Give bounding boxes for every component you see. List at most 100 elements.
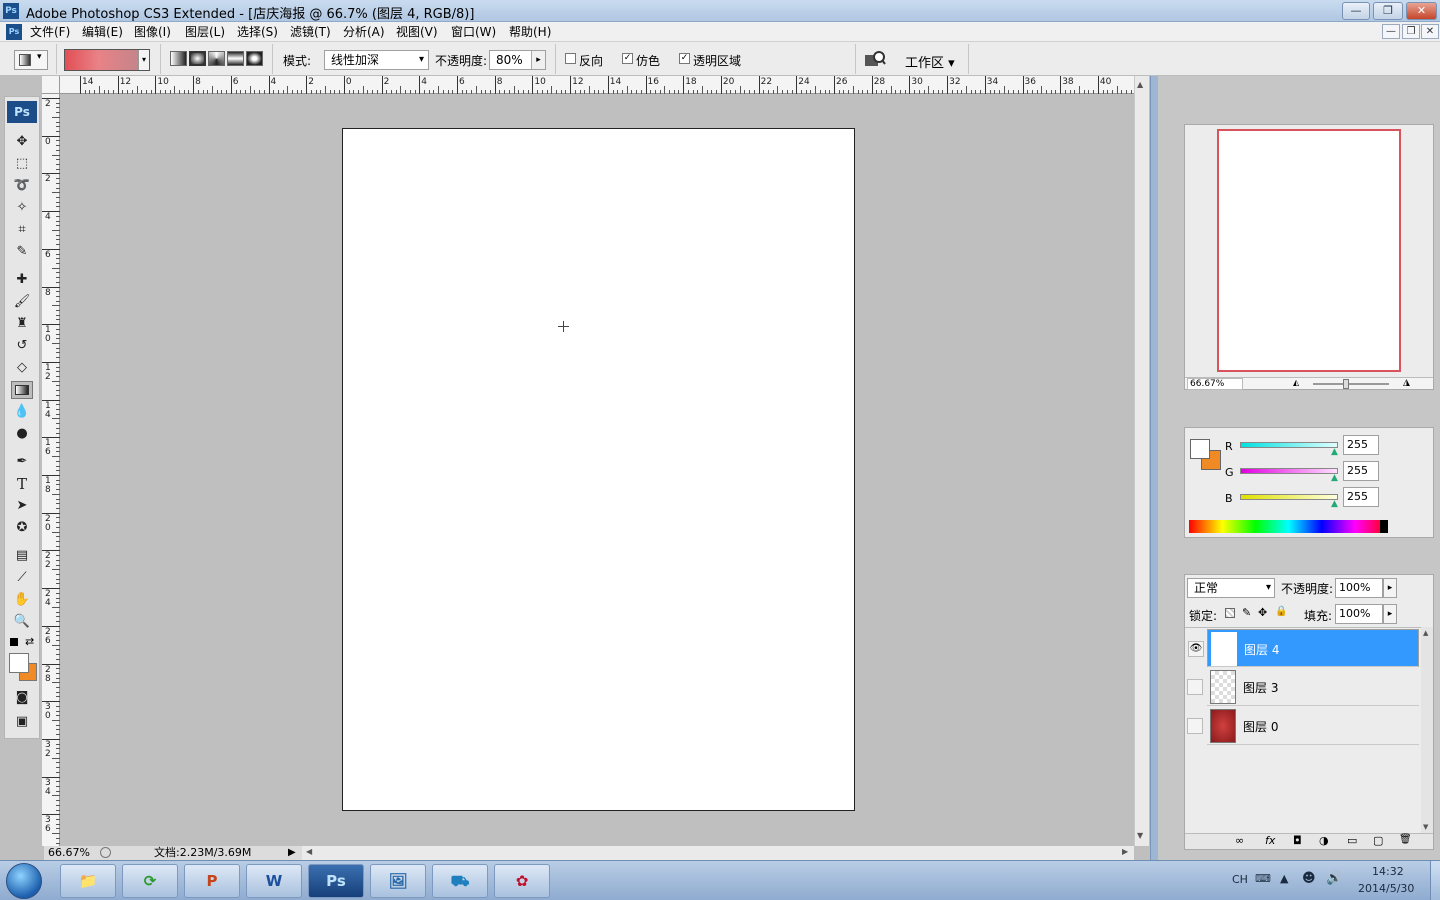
path-selection-tool-icon[interactable]: ➤ [11, 497, 33, 515]
doc-close-button[interactable]: ✕ [1421, 24, 1439, 39]
lock-all-icon[interactable]: 🔒 [1275, 606, 1287, 617]
layers-scrollbar[interactable]: ▲ ▼ [1421, 627, 1433, 835]
slider-thumb-icon[interactable]: ▲ [1331, 499, 1338, 509]
delete-layer-icon[interactable]: 🗑 [1399, 834, 1412, 845]
bridge-icon[interactable] [864, 50, 886, 68]
horizontal-scrollbar[interactable]: ◀ ▶ [302, 846, 1134, 860]
clone-stamp-tool-icon[interactable]: ♜ [11, 315, 33, 333]
scroll-up-icon[interactable]: ▲ [1423, 629, 1428, 637]
eyedropper-tool-icon[interactable]: ⟋ [11, 569, 33, 587]
swap-colors-icon[interactable]: ⇄ [25, 635, 34, 648]
status-menu-arrow-icon[interactable]: ▶ [288, 846, 296, 860]
dodge-tool-icon[interactable]: ● [11, 425, 33, 443]
slider-thumb-icon[interactable]: ▲ [1331, 473, 1338, 483]
scroll-right-icon[interactable]: ▶ [1122, 847, 1128, 856]
vertical-scrollbar[interactable]: ▲ ▼ [1134, 76, 1149, 846]
dither-checkbox[interactable]: ✓ [622, 53, 633, 64]
show-desktop-button[interactable] [1430, 861, 1440, 900]
menu-help[interactable]: 帮助(H) [509, 24, 551, 40]
dock-collapse-bar[interactable] [1150, 76, 1158, 860]
zoom-tool-icon[interactable]: 🔍 [11, 613, 33, 631]
ruler-origin[interactable] [42, 76, 60, 94]
transparency-checkbox[interactable]: ✓ [679, 53, 690, 64]
pen-tool-icon[interactable]: ✒ [11, 453, 33, 471]
foreground-color-swatch[interactable] [1190, 439, 1210, 459]
scroll-down-icon[interactable]: ▼ [1137, 831, 1143, 840]
diamond-gradient-button[interactable] [246, 51, 263, 66]
brush-tool-icon[interactable]: 🖌 [11, 293, 33, 311]
b-slider[interactable] [1240, 494, 1338, 500]
close-button[interactable]: ✕ [1406, 2, 1437, 20]
new-group-icon[interactable]: ▭ [1347, 834, 1357, 847]
adjustment-layer-icon[interactable]: ◑ [1319, 834, 1329, 847]
language-indicator[interactable]: CH [1232, 873, 1248, 886]
windows-start-icon[interactable] [6, 863, 42, 899]
menu-filter[interactable]: 滤镜(T) [290, 24, 331, 40]
r-slider[interactable] [1240, 442, 1338, 448]
shape-tool-icon[interactable]: ✪ [11, 519, 33, 537]
menu-window[interactable]: 窗口(W) [451, 24, 496, 40]
blur-tool-icon[interactable]: 💧 [11, 403, 33, 421]
taskbar-app[interactable]: ✿ [494, 864, 550, 898]
layer-mask-icon[interactable]: ◘ [1293, 834, 1302, 847]
layer-row[interactable]: 图层 3 [1187, 668, 1419, 706]
tool-preset-picker[interactable]: ▾ [14, 50, 48, 70]
chevron-right-icon[interactable]: ▸ [1383, 604, 1397, 624]
chevron-right-icon[interactable]: ▸ [531, 51, 545, 69]
spectrum-black-swatch[interactable] [1380, 520, 1388, 533]
menu-layer[interactable]: 图层(L) [185, 24, 225, 40]
taskbar-explorer[interactable]: 📁 [60, 864, 116, 898]
volume-icon[interactable]: 🔊 [1326, 871, 1342, 886]
gradient-picker[interactable]: ▾ [64, 49, 150, 71]
layer-row[interactable]: 👁 图层 4 [1188, 629, 1419, 667]
type-tool-icon[interactable]: T [11, 475, 33, 493]
radial-gradient-button[interactable] [189, 51, 206, 66]
history-brush-tool-icon[interactable]: ↺ [11, 337, 33, 355]
keyboard-icon[interactable]: ⌨ [1255, 872, 1271, 885]
fill-input[interactable]: 100% [1335, 604, 1383, 624]
healing-brush-tool-icon[interactable]: ✚ [11, 271, 33, 289]
zoom-in-icon[interactable]: ◮ [1403, 378, 1410, 388]
layer-opacity-input[interactable]: 100% [1335, 578, 1383, 598]
scroll-left-icon[interactable]: ◀ [306, 847, 312, 856]
restore-button[interactable]: ❐ [1373, 2, 1403, 20]
layer-style-icon[interactable]: fx [1265, 834, 1275, 847]
r-value-input[interactable]: 255 [1343, 435, 1379, 455]
new-layer-icon[interactable]: ▢ [1373, 834, 1383, 847]
g-value-input[interactable]: 255 [1343, 461, 1379, 481]
doc-minimize-button[interactable]: — [1382, 24, 1400, 39]
menu-view[interactable]: 视图(V) [396, 24, 438, 40]
blend-mode-select[interactable]: 正常 ▾ [1187, 578, 1275, 598]
linear-gradient-button[interactable] [170, 51, 187, 66]
lock-transparent-icon[interactable] [1225, 608, 1235, 618]
clock-time[interactable]: 14:32 [1372, 865, 1404, 878]
tray-expand-icon[interactable]: ▲ [1280, 872, 1288, 885]
taskbar-app[interactable]: ⛟ [432, 864, 488, 898]
move-tool-icon[interactable]: ✥ [11, 133, 33, 151]
notes-tool-icon[interactable]: ▤ [11, 547, 33, 565]
clock-date[interactable]: 2014/5/30 [1358, 882, 1414, 895]
slider-thumb-icon[interactable]: ▲ [1331, 447, 1338, 457]
crop-tool-icon[interactable]: ⌗ [11, 221, 33, 239]
chevron-right-icon[interactable]: ▸ [1383, 578, 1397, 598]
workspace-button[interactable]: 工作区 ▾ [905, 52, 955, 71]
taskbar-powerpoint[interactable]: P [184, 864, 240, 898]
taskbar-sync-app[interactable]: ⟳ [122, 864, 178, 898]
lock-pixels-icon[interactable]: ✎ [1242, 606, 1251, 619]
visibility-toggle[interactable] [1187, 718, 1203, 734]
lasso-tool-icon[interactable]: ➰ [11, 177, 33, 195]
doc-restore-button[interactable]: ❐ [1402, 24, 1420, 39]
minimize-button[interactable]: — [1342, 2, 1370, 20]
taskbar-word[interactable]: W [246, 864, 302, 898]
document-icon[interactable]: Ps [6, 24, 22, 40]
layer-row[interactable]: 图层 0 [1187, 707, 1419, 745]
taskbar-photo-viewer[interactable]: 🖼 [370, 864, 426, 898]
marquee-tool-icon[interactable]: ⬚ [11, 155, 33, 173]
link-layers-icon[interactable]: ∞ [1235, 834, 1244, 847]
reverse-checkbox[interactable] [565, 53, 576, 64]
visibility-toggle[interactable] [1187, 679, 1203, 695]
zoom-level[interactable]: 66.67% [48, 846, 90, 860]
menu-select[interactable]: 选择(S) [237, 24, 278, 40]
chevron-down-icon[interactable]: ▾ [138, 50, 149, 70]
eraser-tool-icon[interactable]: ◇ [11, 359, 33, 377]
